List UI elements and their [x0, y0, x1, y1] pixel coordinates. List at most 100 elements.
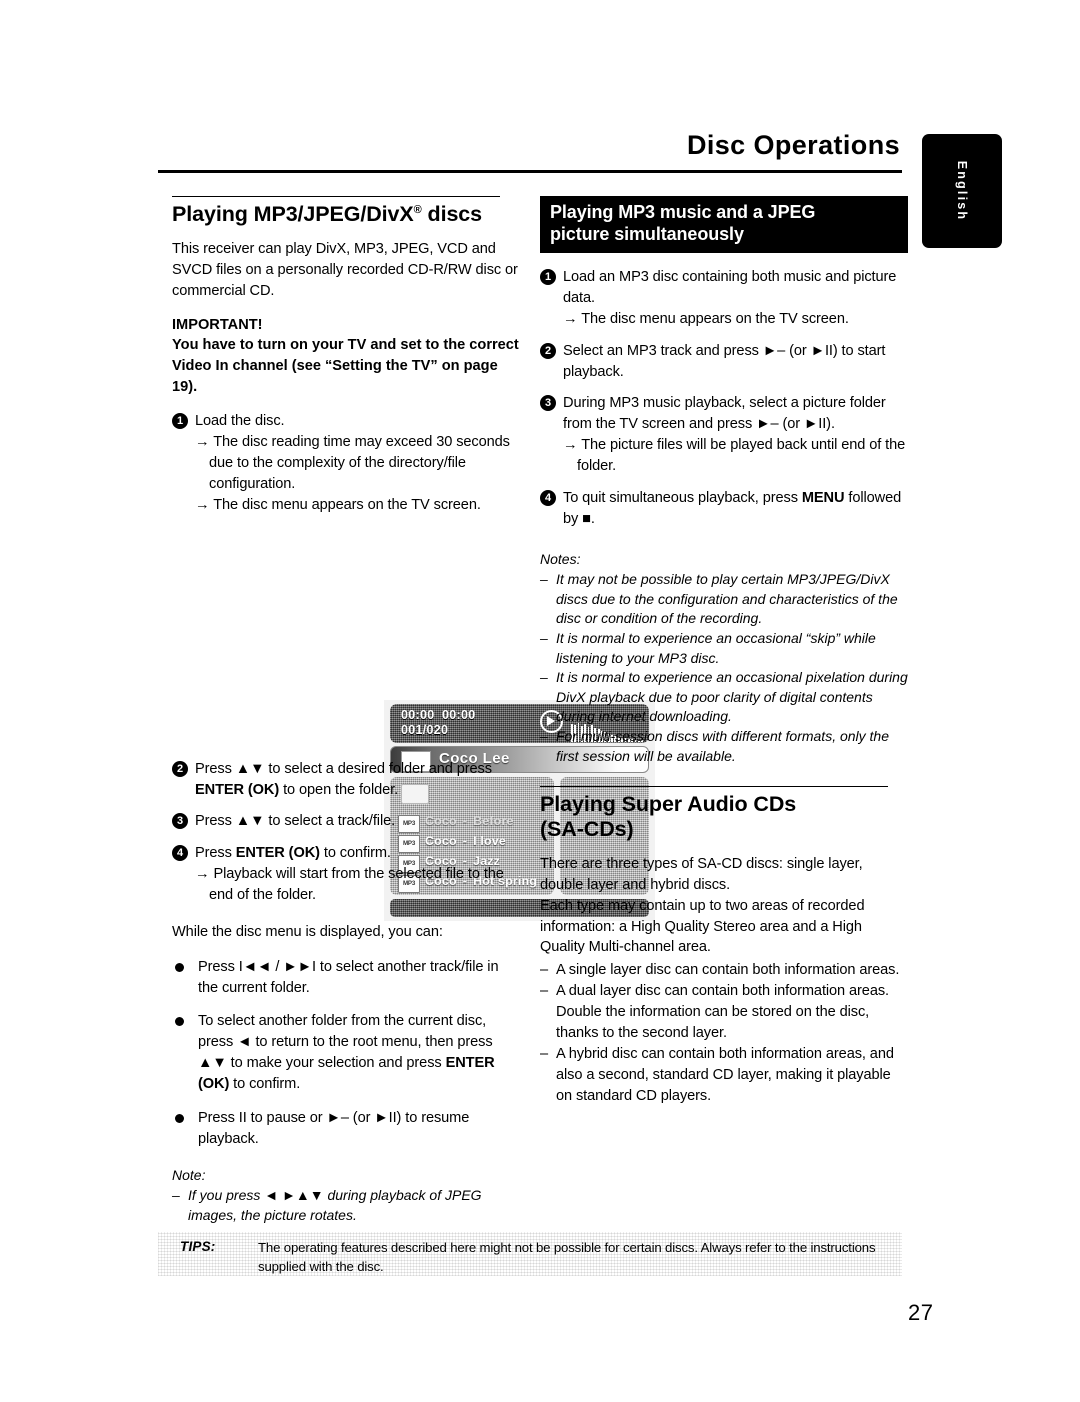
step-result-text: The picture files will be played back un…	[577, 437, 906, 475]
note-item: – It is normal to experience an occasion…	[540, 668, 908, 727]
header-divider	[158, 170, 902, 173]
step-text-post: to confirm.	[319, 845, 391, 862]
step-result: → The disc menu appears on the TV screen…	[563, 309, 908, 330]
note-item: – It is normal to experience an occasion…	[540, 629, 908, 668]
total-time: 00:00	[442, 708, 476, 722]
sacd-item-text: A single layer disc can contain both inf…	[556, 962, 900, 979]
step-number: 3	[172, 813, 188, 830]
note-item: – For multi-session discs with different…	[540, 727, 908, 766]
arrow-right-icon: →	[195, 434, 210, 451]
intro-paragraph: This receiver can play DivX, MP3, JPEG, …	[172, 240, 518, 299]
sacd-list-item: – A hybrid disc can contain both informa…	[540, 1044, 908, 1107]
note-item: – It may not be possible to play certain…	[540, 570, 908, 629]
section-heading-tail: discs	[421, 202, 483, 226]
dash-icon: –	[540, 727, 548, 744]
step-item: 3 During MP3 music playback, select a pi…	[540, 393, 908, 476]
note-title: Note:	[172, 1166, 206, 1183]
step-number: 1	[540, 269, 556, 286]
step-result: → The disc reading time may exceed 30 se…	[195, 432, 520, 495]
dash-icon: –	[540, 669, 548, 686]
step-result-text: Playback will start from the selected fi…	[209, 866, 504, 903]
arrow-right-icon: →	[563, 437, 578, 454]
step-item: 4 To quit simultaneous playback, press M…	[540, 488, 908, 530]
step-text: Select an MP3 track and press ►– (or ►II…	[563, 342, 886, 380]
step-text-bold: ENTER (OK)	[235, 845, 320, 862]
arrow-right-icon: →	[195, 866, 210, 883]
sacd-item-text: A dual layer disc can contain both infor…	[556, 983, 889, 1041]
bullet-icon	[175, 962, 184, 972]
registered-trademark-icon: ®	[413, 203, 422, 216]
left-column: Playing MP3/JPEG/DivX® discs This receiv…	[172, 196, 655, 1226]
step-item: 1 Load an MP3 disc containing both music…	[540, 267, 908, 330]
important-label: IMPORTANT!	[172, 316, 263, 333]
page-number: 27	[908, 1300, 934, 1325]
bullet-icon	[175, 1113, 184, 1123]
while-menu-line: While the disc menu is displayed, you ca…	[172, 923, 443, 940]
notes-title: Notes:	[540, 550, 581, 567]
manual-page: Disc Operations English Playing MP3/JPEG…	[0, 0, 1080, 1402]
sacd-list-item: – A dual layer disc can contain both inf…	[540, 981, 908, 1044]
section-heading-text: Playing MP3/JPEG/DivX	[172, 202, 414, 226]
bullet-text: Press I◄◄ / ►►I to select another track/…	[198, 958, 499, 996]
step-item: 2 Press ▲▼ to select a desired folder an…	[172, 759, 520, 801]
step-text-pre: To quit simultaneous playback, press	[563, 489, 802, 506]
step-text-pre: Press	[195, 845, 236, 862]
important-text: You have to turn on your TV and set to t…	[172, 337, 519, 395]
language-tab: English	[922, 134, 1002, 248]
step-text: During MP3 music playback, select a pict…	[563, 395, 886, 433]
step-text-post: to open the folder.	[279, 781, 399, 798]
tips-label: TIPS:	[180, 1239, 216, 1254]
step-text: Load the disc.	[195, 413, 285, 430]
list-item: To select another folder from the curren…	[172, 1011, 520, 1094]
note-text: It is normal to experience an occasional…	[556, 630, 876, 666]
sacd-paragraph-2: Each type may contain up to two areas of…	[540, 897, 865, 956]
bullet-icon	[175, 1017, 184, 1027]
sacd-heading-line2: (SA-CDs)	[540, 817, 634, 842]
note-text: It is normal to experience an occasional…	[556, 669, 908, 725]
sacd-heading-rule	[540, 786, 888, 788]
note-item: – If you press ◄ ►▲▼ during playback of …	[172, 1186, 520, 1225]
dash-icon: –	[540, 983, 549, 1000]
section-heading-rule	[172, 196, 500, 197]
step-text: Load an MP3 disc containing both music a…	[563, 269, 897, 307]
step-text-bold: MENU	[801, 489, 845, 506]
dash-icon: –	[540, 630, 548, 647]
step-number: 4	[540, 489, 556, 506]
note-text: If you press ◄ ►▲▼ during playback of JP…	[188, 1187, 482, 1223]
step-number: 3	[540, 395, 556, 412]
section-heading-mp3jpegdivx: Playing MP3/JPEG/DivX® discs	[172, 202, 520, 227]
bullet-text-post: to confirm.	[229, 1076, 301, 1092]
dash-icon: –	[540, 571, 548, 588]
note-text: For multi-session discs with different f…	[556, 727, 890, 764]
step-text-pre: Press ▲▼ to select a desired folder and …	[195, 760, 492, 777]
step-item: 3 Press ▲▼ to select a track/file.	[172, 811, 520, 832]
right-column: Playing MP3 music and a JPEG picture sim…	[540, 196, 908, 1106]
section-heading-mp3-jpeg-simultaneous: Playing MP3 music and a JPEG picture sim…	[540, 196, 908, 254]
bullet-text: Press II to pause or ►– (or ►II) to resu…	[198, 1109, 470, 1147]
dash-icon: –	[540, 962, 549, 979]
list-item: Press I◄◄ / ►►I to select another track/…	[172, 957, 520, 999]
step-text: Press ▲▼ to select a track/file.	[195, 813, 396, 830]
important-block: IMPORTANT! You have to turn on your TV a…	[172, 315, 520, 398]
notes-block: Notes: – It may not be possible to play …	[540, 550, 908, 767]
block-heading-line2: picture simultaneously	[550, 223, 744, 244]
step-item: 2 Select an MP3 track and press ►– (or ►…	[540, 341, 908, 383]
arrow-right-icon: →	[563, 310, 578, 327]
sacd-heading-line1: Playing Super Audio CDs	[540, 792, 797, 817]
note-text: It may not be possible to play certain M…	[556, 571, 898, 627]
dash-icon: –	[540, 1045, 549, 1062]
step-item: 1 Load the disc. → The disc reading time…	[172, 411, 520, 515]
sacd-item-text: A hybrid disc can contain both informati…	[556, 1045, 894, 1104]
dash-icon: –	[172, 1187, 180, 1204]
page-title: Disc Operations	[686, 130, 900, 160]
note-block: Note: – If you press ◄ ►▲▼ during playba…	[172, 1166, 520, 1226]
block-heading-line1: Playing MP3 music and a JPEG	[550, 202, 816, 222]
sacd-paragraph-1: There are three types of SA-CD discs: si…	[540, 856, 863, 893]
tips-text: The operating features described here mi…	[258, 1240, 876, 1274]
step-number: 2	[540, 342, 556, 359]
step-result: → The disc menu appears on the TV screen…	[195, 495, 520, 516]
section-heading-sacd: Playing Super Audio CDs (SA-CDs)	[540, 792, 908, 842]
step-number: 4	[172, 845, 188, 862]
language-tab-label: English	[955, 160, 969, 222]
step-number: 2	[172, 760, 188, 777]
